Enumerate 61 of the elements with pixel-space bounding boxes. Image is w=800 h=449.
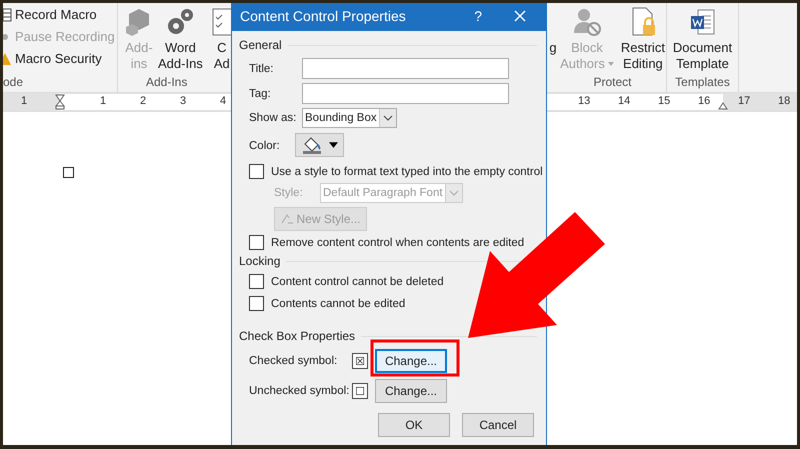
person-blocked-icon [572,7,602,37]
change-button[interactable]: Change... [375,349,447,373]
ruler-number: 1 [21,95,28,107]
checkbox[interactable] [249,274,264,289]
ruler-number: 15 [658,95,670,107]
caret-icon [329,142,338,148]
ruler-number: 2 [140,95,146,107]
checkbox[interactable] [249,235,264,250]
field-label: Show as: [249,112,298,124]
title-field[interactable] [302,58,509,79]
indent-marker[interactable] [55,94,65,110]
show-as-dropdown[interactable]: Bounding Box [302,108,397,128]
checkbox-control[interactable] [63,167,74,178]
symbol-preview: ☒ [352,353,368,369]
ruler-number: 18 [778,95,790,107]
symbol-preview: ☐ [352,383,368,399]
dialog-title: Content Control Properties [240,8,407,24]
field-label: Title: [249,62,274,74]
section-heading: General [239,38,282,52]
checkbox-label: Contents cannot be edited [271,298,406,310]
ruler-number: 14 [618,95,630,107]
checkbox[interactable] [249,164,264,179]
ruler-number: 4 [220,95,226,107]
tag-field[interactable] [302,83,509,104]
cancel-button[interactable]: Cancel [462,413,534,437]
ruler-number: 13 [578,95,590,107]
checkbox-label: Use a style to format text typed into the empty control [271,166,543,178]
field-label: Color: [249,140,281,152]
ruler-number: 1 [100,95,106,107]
ribbon-command[interactable]: Record Macro [3,7,117,22]
ok-button[interactable]: OK [378,413,450,437]
chevron-icon [444,184,462,202]
style-icon [280,213,294,225]
field-label: Checked symbol: [249,355,338,367]
group-label: ode [3,75,24,89]
group-label: Add-Ins [145,75,188,89]
ruler-number: 3 [180,95,186,107]
checkbox-label: Content control cannot be deleted [271,276,444,288]
checkbox-label: Remove content control when contents are edited [271,236,524,248]
gears-icon [165,7,196,37]
field-label: Unchecked symbol: [249,385,350,397]
close-icon[interactable] [514,10,526,22]
field-label: Style: [274,187,304,199]
ribbon-command[interactable]: Restrict Editing [618,7,667,72]
color-button[interactable] [295,133,344,157]
help-button[interactable]: ? [470,8,486,24]
ribbon-command[interactable]: Macro Security [3,51,117,66]
field-label: Tag: [249,88,272,100]
ruler-number: 16 [698,95,710,107]
indent-marker[interactable] [718,102,728,110]
ruler-number: 17 [738,95,750,107]
group-label: Protect [592,75,632,89]
ribbon-command[interactable]: g [547,7,559,56]
change-button[interactable]: Change... [375,379,447,403]
section-heading: Check Box Properties [239,329,356,343]
group-label: Templates [674,75,731,89]
ribbon-command[interactable]: Word Add-Ins [156,7,205,72]
checkbox[interactable] [249,296,264,311]
section-heading: Locking [239,254,280,268]
ribbon-command[interactable]: Document Template [670,7,734,72]
chevron-icon [378,109,396,127]
